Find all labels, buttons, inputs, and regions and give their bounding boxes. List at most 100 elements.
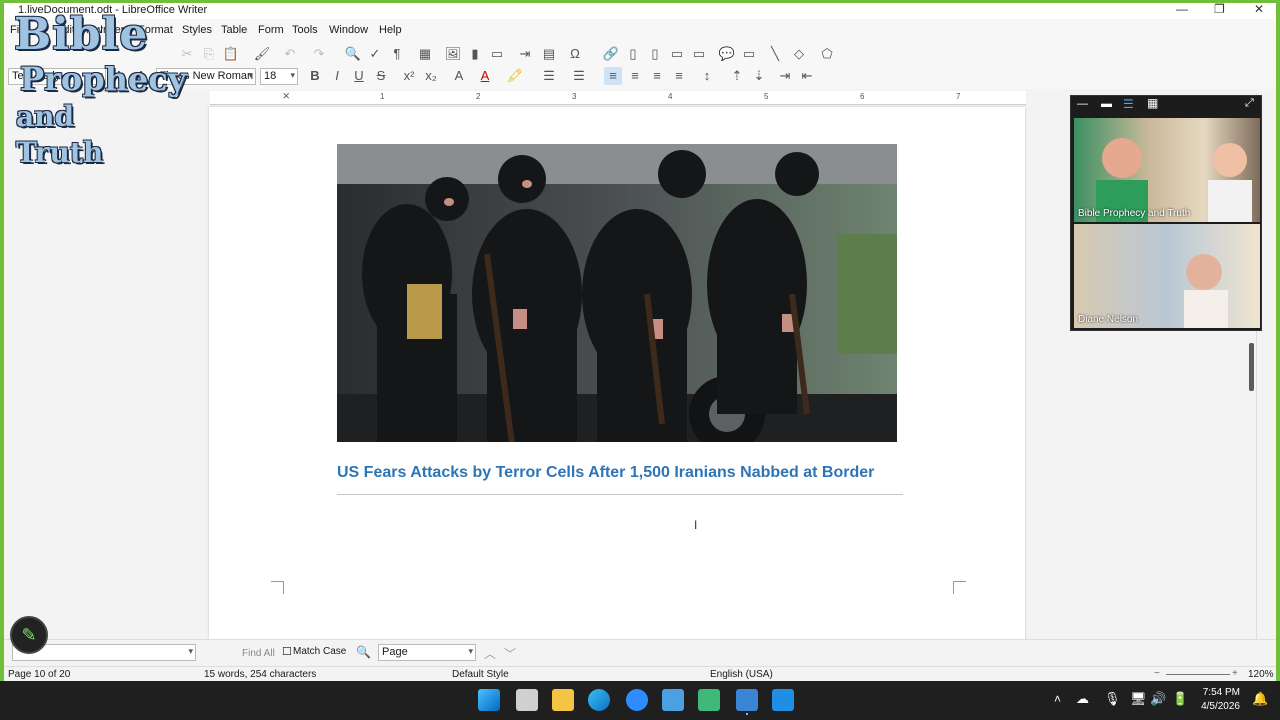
close-icon[interactable]: ✕ — [1254, 3, 1264, 16]
page-break-icon[interactable]: ⇥ — [516, 45, 534, 63]
redo-icon[interactable]: ↷ — [310, 45, 328, 63]
font-size-box[interactable]: 18 ▾ — [260, 68, 298, 85]
video-tile-2[interactable]: Diane Nelson — [1074, 224, 1260, 328]
menu-tools[interactable]: Tools — [292, 24, 318, 36]
formatting-marks-icon[interactable]: ¶ — [388, 45, 406, 63]
task-view-icon[interactable] — [516, 689, 538, 711]
undo-icon[interactable]: ↶ — [281, 45, 299, 63]
find-previous-icon[interactable]: ︿ — [484, 645, 496, 662]
menu-table[interactable]: Table — [221, 24, 247, 36]
search-scope-select[interactable]: Page ▾ — [378, 644, 476, 661]
pinned-app-icon[interactable] — [772, 689, 794, 711]
align-center-icon[interactable]: ≡ — [626, 67, 644, 85]
maximize-icon[interactable]: ❐ — [1214, 3, 1225, 16]
grid-view-icon[interactable]: ▦ — [1147, 96, 1158, 110]
start-menu-icon[interactable] — [478, 689, 500, 711]
footnote-icon[interactable]: ▯ — [624, 45, 642, 63]
insert-table-icon[interactable]: ▦ — [416, 45, 434, 63]
ordered-list-icon[interactable]: ☰ — [570, 67, 588, 85]
find-all-button[interactable]: Find All — [242, 648, 275, 659]
insert-image-icon[interactable]: 🖼 — [444, 45, 462, 63]
find-replace-icon[interactable]: 🔍 — [356, 645, 371, 659]
increase-indent-icon[interactable]: ⇥ — [776, 67, 794, 85]
special-character-icon[interactable]: Ω — [566, 45, 584, 63]
battery-icon[interactable]: 🔋 — [1172, 691, 1188, 707]
comment-icon[interactable]: 💬 — [718, 45, 736, 63]
left-indent-marker[interactable]: ⨯ — [282, 91, 290, 102]
track-changes-icon[interactable]: ▭ — [740, 45, 758, 63]
clock-time[interactable]: 7:54 PM — [1200, 687, 1240, 698]
page-count[interactable]: Page 10 of 20 — [8, 669, 70, 680]
zoom-slider[interactable] — [1166, 674, 1230, 675]
word-count[interactable]: 15 words, 254 characters — [204, 669, 316, 680]
clock-date[interactable]: 4/5/2026 — [1196, 701, 1240, 712]
pen-annotation-icon[interactable]: ✎ — [10, 616, 48, 654]
zoom-out-icon[interactable]: − — [1154, 668, 1160, 679]
libreoffice-writer-icon[interactable] — [736, 689, 758, 711]
libreoffice-calc-icon[interactable] — [698, 689, 720, 711]
minimize-video-icon[interactable]: — — [1077, 98, 1088, 110]
minimize-icon[interactable]: — — [1176, 3, 1188, 16]
clone-formatting-icon[interactable]: 🖌 — [253, 45, 271, 63]
bookmark-icon[interactable]: ▭ — [668, 45, 686, 63]
find-next-icon[interactable]: ﹀ — [504, 645, 516, 662]
menu-help[interactable]: Help — [379, 24, 402, 36]
menu-window[interactable]: Window — [329, 24, 368, 36]
edge-browser-icon[interactable] — [588, 689, 610, 711]
subscript-icon[interactable]: x₂ — [422, 67, 440, 85]
bold-icon[interactable]: B — [306, 67, 324, 85]
basic-shapes-icon[interactable]: ◇ — [790, 45, 808, 63]
zoom-level[interactable]: 120% — [1248, 669, 1274, 680]
justify-icon[interactable]: ≡ — [670, 67, 688, 85]
insert-chart-icon[interactable]: ▮ — [466, 45, 484, 63]
chevron-up-icon[interactable]: ˄ — [1054, 692, 1061, 706]
highlight-icon[interactable]: 🖍 — [506, 67, 524, 85]
match-case-checkbox-icon[interactable]: ☐ — [282, 645, 292, 658]
cloud-icon[interactable]: ☁ — [1076, 691, 1089, 707]
document-page[interactable]: US Fears Attacks by Terror Cells After 1… — [209, 107, 1025, 647]
line-spacing-icon[interactable]: ↕ — [698, 67, 716, 85]
zoom-in-icon[interactable]: + — [1232, 668, 1238, 679]
endnote-icon[interactable]: ▯ — [646, 45, 664, 63]
align-right-icon[interactable]: ≡ — [648, 67, 666, 85]
pinned-app-icon[interactable] — [662, 689, 684, 711]
language[interactable]: English (USA) — [710, 669, 773, 680]
zoom-app-icon[interactable] — [626, 689, 648, 711]
article-headline[interactable]: US Fears Attacks by Terror Cells After 1… — [337, 464, 903, 495]
notifications-icon[interactable]: 🔔 — [1252, 691, 1268, 707]
unordered-list-icon[interactable]: ☰ — [540, 67, 558, 85]
italic-icon[interactable]: I — [328, 67, 346, 85]
insert-line-icon[interactable]: ╲ — [766, 45, 784, 63]
find-replace-icon[interactable]: 🔍 — [344, 45, 362, 63]
menu-form[interactable]: Form — [258, 24, 284, 36]
gallery-strip-icon[interactable]: ☰ — [1123, 97, 1134, 111]
speaker-view-icon[interactable]: ▬ — [1101, 98, 1112, 110]
volume-icon[interactable]: 🔊 — [1150, 691, 1166, 707]
cross-reference-icon[interactable]: ▭ — [690, 45, 708, 63]
page-style[interactable]: Default Style — [452, 669, 509, 680]
align-left-icon[interactable]: ≡ — [604, 67, 622, 85]
expand-video-icon[interactable]: ⤢ — [1245, 97, 1254, 110]
draw-functions-icon[interactable]: ⬠ — [818, 45, 836, 63]
vertical-scrollbar-thumb[interactable] — [1249, 343, 1254, 391]
decrease-indent-icon[interactable]: ⇤ — [798, 67, 816, 85]
insert-textbox-icon[interactable]: ▭ — [488, 45, 506, 63]
file-explorer-icon[interactable] — [552, 689, 574, 711]
copy-icon[interactable]: ⎘ — [200, 45, 218, 63]
microphone-icon[interactable]: 🎙 — [1104, 691, 1121, 707]
font-color-icon[interactable]: A — [476, 67, 494, 85]
clear-formatting-icon[interactable]: A — [450, 67, 468, 85]
decrease-paragraph-spacing-icon[interactable]: ⇣ — [750, 67, 768, 85]
increase-paragraph-spacing-icon[interactable]: ⇡ — [728, 67, 746, 85]
horizontal-ruler[interactable]: ⨯ 1 2 3 4 5 6 7 — [210, 91, 1026, 105]
hyperlink-icon[interactable]: 🔗 — [602, 45, 620, 63]
network-icon[interactable]: 🖥 — [1130, 691, 1147, 707]
menu-styles[interactable]: Styles — [182, 24, 212, 36]
spelling-icon[interactable]: ✓ — [366, 45, 384, 63]
paste-icon[interactable]: 📋 — [222, 45, 240, 63]
underline-icon[interactable]: U — [350, 67, 368, 85]
strikethrough-icon[interactable]: S — [372, 67, 390, 85]
insert-field-icon[interactable]: ▤ — [540, 45, 558, 63]
superscript-icon[interactable]: x² — [400, 67, 418, 85]
video-tile-1[interactable]: Bible Prophecy and Truth — [1074, 118, 1260, 222]
